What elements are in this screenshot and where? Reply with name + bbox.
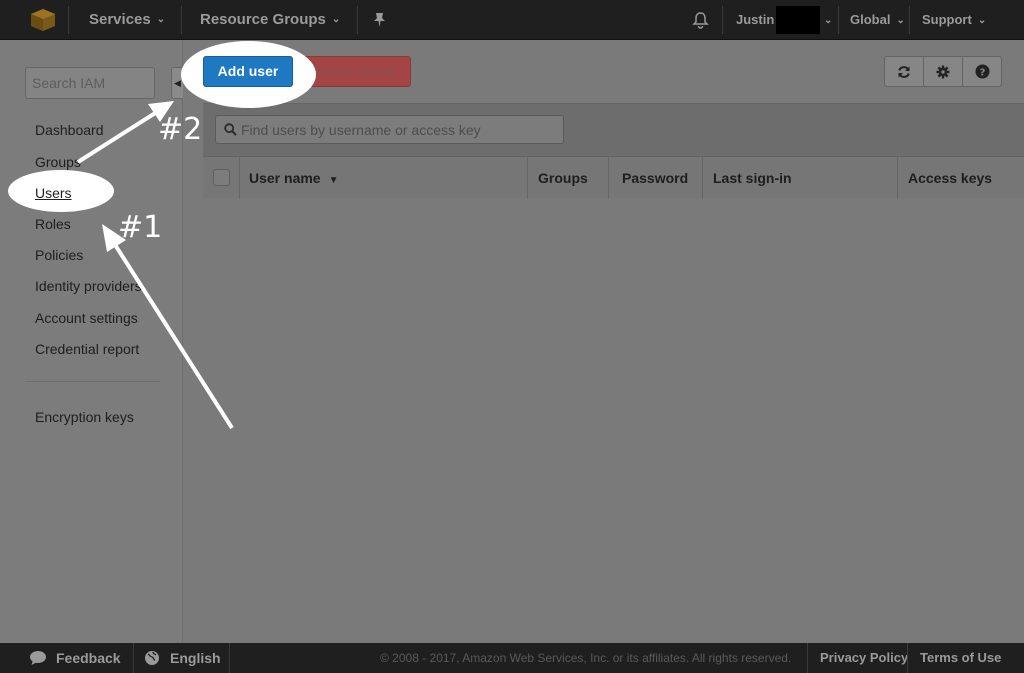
add-user-button-highlighted[interactable]: Add user bbox=[203, 56, 293, 87]
annotation-arrows bbox=[76, 101, 234, 430]
annotation-step-1-label: #1 bbox=[118, 210, 163, 245]
add-user-label: Add user bbox=[217, 63, 279, 79]
arrow-step-1 bbox=[102, 224, 234, 430]
annotation-step-2-label: #2 bbox=[158, 112, 203, 147]
sidebar-item-users-highlighted[interactable]: Users bbox=[35, 185, 72, 201]
